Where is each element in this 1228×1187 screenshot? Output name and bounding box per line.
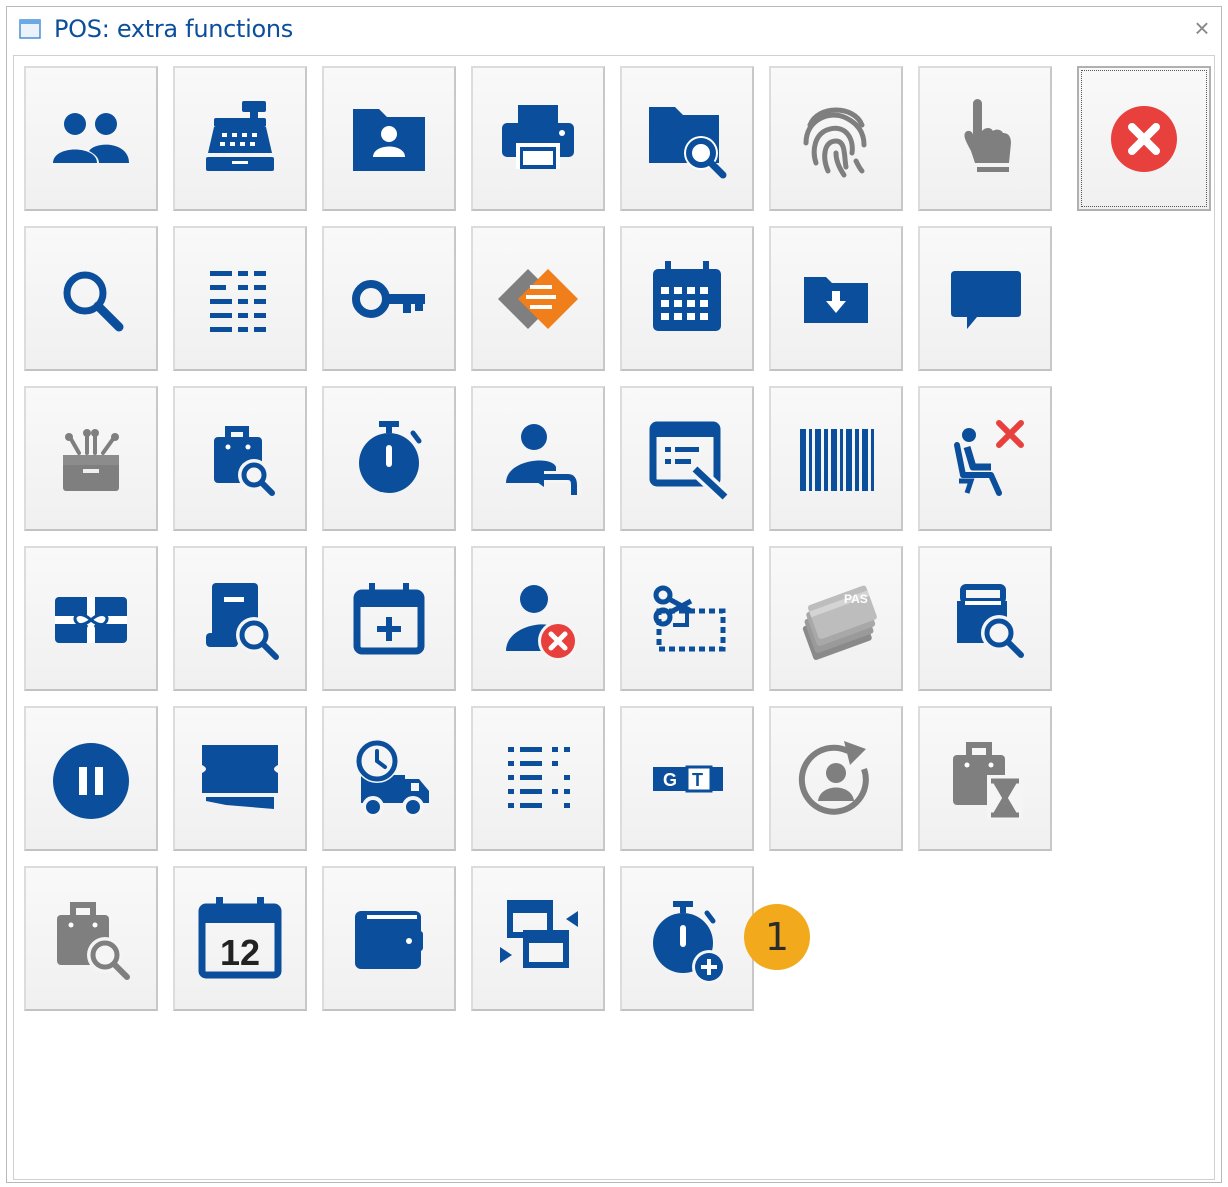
pause-icon	[53, 743, 129, 819]
customer-folder-button[interactable]	[322, 66, 456, 211]
search-button[interactable]	[24, 226, 158, 371]
gift-box-button[interactable]	[24, 386, 158, 531]
wallet-button[interactable]	[322, 866, 456, 1011]
printer-icon	[502, 105, 574, 169]
cancel-seat-button[interactable]	[918, 386, 1052, 531]
transfer-icon	[500, 900, 578, 968]
document-search-button[interactable]	[173, 546, 307, 691]
user-refresh-button[interactable]	[769, 706, 903, 851]
box-search-button[interactable]	[918, 546, 1052, 691]
delivery-button[interactable]	[322, 706, 456, 851]
window-icon	[19, 19, 41, 39]
gift-box-icon	[63, 429, 119, 491]
wallet-icon	[355, 911, 423, 969]
cut-coupon-button[interactable]	[620, 546, 754, 691]
notification-badge: 1	[744, 904, 810, 970]
message-button[interactable]	[918, 226, 1052, 371]
list-details-icon	[210, 271, 266, 332]
stopwatch-icon	[359, 421, 422, 493]
barcode-icon	[800, 429, 874, 491]
list-details-button[interactable]	[173, 226, 307, 371]
calendar-day-number: 12	[220, 932, 260, 973]
window-title: POS: extra functions	[54, 15, 294, 43]
bag-search-grey-icon	[57, 902, 130, 980]
close-window-button[interactable]: ×	[1187, 13, 1217, 43]
gift-card-button[interactable]	[24, 546, 158, 691]
timer-button[interactable]	[322, 386, 456, 531]
diamond-exchange-icon	[498, 269, 578, 329]
gt-letter-g: G	[663, 770, 677, 790]
close-functions-button[interactable]	[1077, 66, 1211, 211]
seat-cancel-icon	[954, 420, 1024, 496]
form-edit-icon	[649, 421, 730, 503]
calendar-grid-icon	[653, 261, 721, 331]
gt-tag-button[interactable]: G T	[620, 706, 754, 851]
print-button[interactable]	[471, 66, 605, 211]
user-return-icon	[506, 424, 582, 495]
gt-letter-t: T	[692, 770, 703, 790]
folder-search-icon	[649, 107, 727, 179]
fingerprint-button[interactable]	[769, 66, 903, 211]
pause-button[interactable]	[24, 706, 158, 851]
stopwatch-add-icon	[653, 901, 726, 984]
fingerprint-icon	[803, 107, 867, 178]
ticket-button[interactable]	[173, 706, 307, 851]
bag-hourglass-icon	[953, 742, 1023, 819]
calendar-day-icon: 12	[198, 897, 282, 979]
touch-button[interactable]	[918, 66, 1052, 211]
close-circle-icon	[1111, 106, 1177, 172]
loyalty-cards-button[interactable]: PAS	[769, 546, 903, 691]
gift-card-icon	[55, 597, 127, 643]
extra-functions-window: POS: extra functions × PAS G T 12 1	[6, 6, 1222, 1183]
dotted-list-button[interactable]	[471, 706, 605, 851]
dotted-list-icon	[508, 747, 570, 808]
calendar-add-icon	[353, 583, 425, 655]
add-time-button[interactable]	[620, 866, 754, 1011]
title-bar: POS: extra functions ×	[7, 7, 1221, 53]
chat-bubble-icon	[951, 271, 1021, 329]
folder-download-icon	[804, 277, 868, 323]
hand-pointer-icon	[964, 99, 1011, 172]
bag-search-icon	[214, 426, 275, 496]
delivery-truck-icon	[355, 739, 429, 818]
ticket-icon	[202, 745, 278, 809]
cut-coupon-icon	[653, 585, 726, 652]
folder-search-button[interactable]	[620, 66, 754, 211]
customers-button[interactable]	[24, 66, 158, 211]
cash-register-button[interactable]	[173, 66, 307, 211]
bag-search-button[interactable]	[173, 386, 307, 531]
form-edit-button[interactable]	[620, 386, 754, 531]
contact-folder-icon	[353, 109, 425, 171]
user-refresh-icon	[798, 741, 869, 815]
remove-customer-button[interactable]	[471, 546, 605, 691]
cards-stack-icon: PAS	[802, 585, 877, 660]
calendar-button[interactable]	[620, 226, 754, 371]
key-button[interactable]	[322, 226, 456, 371]
bag-waiting-button[interactable]	[918, 706, 1052, 851]
functions-panel: PAS G T 12 1	[13, 55, 1215, 1180]
document-search-icon	[206, 583, 279, 660]
bag-search-grey-button[interactable]	[24, 866, 158, 1011]
user-remove-icon	[506, 585, 578, 661]
search-icon	[63, 271, 124, 332]
key-icon	[352, 280, 425, 318]
box-search-icon	[957, 584, 1024, 658]
barcode-button[interactable]	[769, 386, 903, 531]
card-label: PAS	[844, 592, 868, 606]
customer-return-button[interactable]	[471, 386, 605, 531]
transfer-button[interactable]	[471, 866, 605, 1011]
gt-tag-icon: G T	[653, 765, 723, 793]
cash-register-icon	[206, 101, 274, 171]
add-appointment-button[interactable]	[322, 546, 456, 691]
customers-icon	[53, 113, 129, 163]
calendar-day-button[interactable]: 12	[173, 866, 307, 1011]
exchange-button[interactable]	[471, 226, 605, 371]
folder-download-button[interactable]	[769, 226, 903, 371]
